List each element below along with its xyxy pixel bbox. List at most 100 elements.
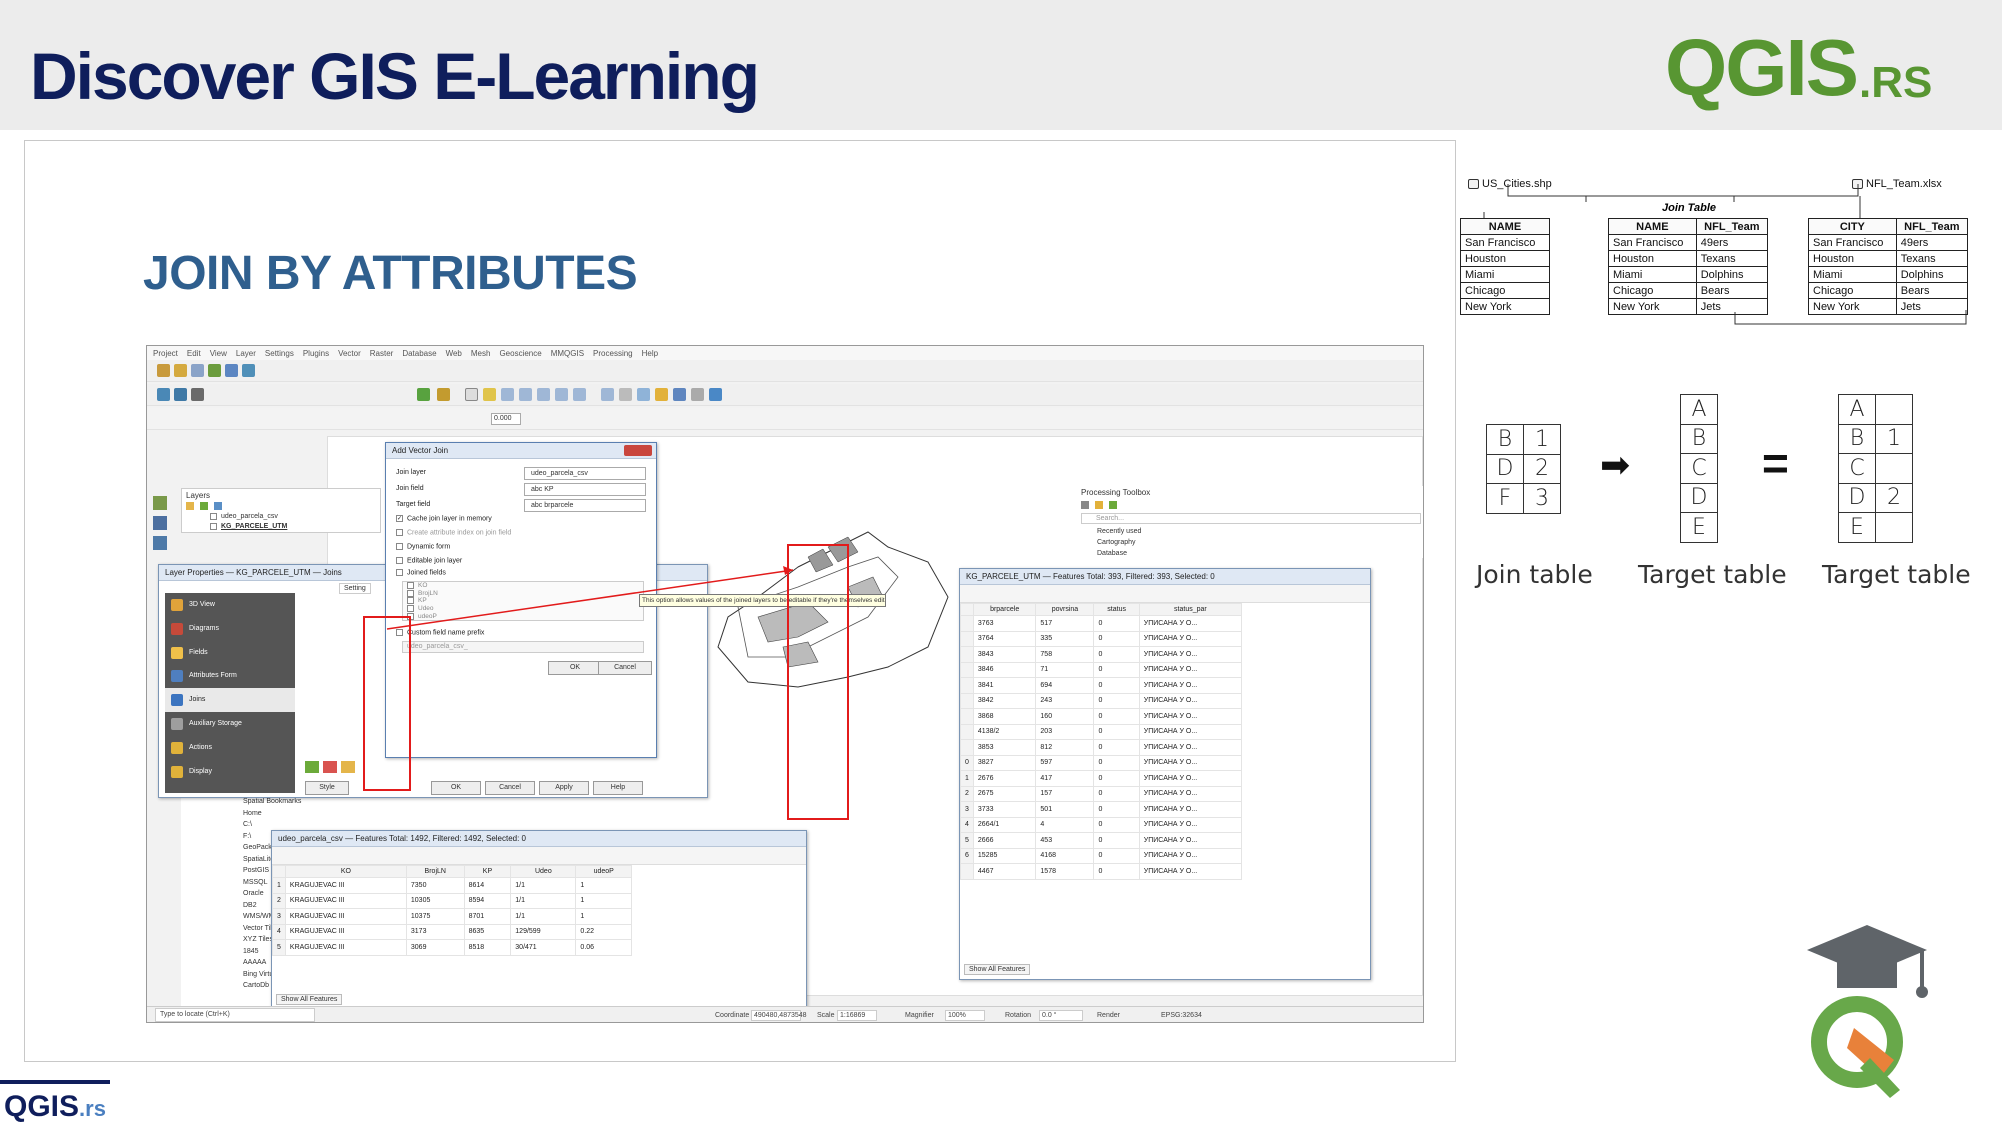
join-table-diagram: US_Cities.shp NFL_Team.xlsx Join Table N…: [1460, 174, 1975, 334]
table-cell: Miami: [1808, 266, 1897, 283]
coordinate-field[interactable]: 490480,4873548: [751, 1010, 807, 1021]
join-table-label: Join table: [1476, 560, 1593, 589]
grid-cell: 1: [1875, 423, 1913, 454]
table-row: Chicago: [1460, 282, 1550, 299]
grid-row: D2: [1838, 482, 1913, 513]
table-header-row: NAME: [1460, 218, 1550, 235]
logo-main-text: QGIS: [1665, 23, 1859, 112]
status-bar: Type to locate (Ctrl+K) Coordinate 49048…: [147, 1006, 1423, 1022]
grid-row: E: [1838, 512, 1913, 543]
grid-cell: [1875, 453, 1913, 484]
grid-row: E: [1680, 512, 1718, 543]
table-cell: San Francisco: [1460, 234, 1550, 251]
footer-logo-suffix: .rs: [79, 1096, 106, 1121]
table-cell: Texans: [1695, 250, 1769, 267]
join-schema: B1D2F3 ➡ ABCDE = AB1CD2E Join table Targ…: [1476, 392, 1996, 592]
qgis-rs-logo: QGIS .RS: [1665, 28, 1932, 108]
grid-row: B1: [1486, 424, 1561, 455]
grid-row: C: [1680, 453, 1718, 484]
table-cell: New York: [1460, 298, 1550, 315]
grid-cell: [1875, 512, 1913, 543]
grid-cell: E: [1680, 512, 1718, 543]
grid-row: F3: [1486, 483, 1561, 514]
us-cities-table: NAME San Francisco Houston Miami Chicago New …: [1460, 218, 1550, 315]
table-row: San Francisco 49ers: [1608, 234, 1769, 251]
crs-button[interactable]: EPSG:32634: [1161, 1007, 1202, 1022]
footer-logo-main: QGIS: [4, 1090, 80, 1123]
table-row: Houston Texans: [1808, 250, 1969, 267]
joined-table: NAME NFL_Team San Francisco 49ers Houston Tex…: [1608, 218, 1769, 315]
grid-cell: F: [1486, 483, 1524, 514]
target-table-label: Target table: [1638, 560, 1787, 589]
equals-icon: =: [1762, 437, 1789, 489]
column-header: CITY: [1808, 218, 1897, 235]
arrow-right-icon: ➡: [1600, 444, 1631, 485]
page-title: Discover GIS E-Learning: [30, 39, 760, 113]
table-cell: Miami: [1608, 266, 1697, 283]
table-row: Houston: [1460, 250, 1550, 267]
grid-cell: 3: [1523, 483, 1561, 514]
table-cell: Houston: [1808, 250, 1897, 267]
grid-cell: B: [1486, 424, 1524, 455]
grid-cell: D: [1838, 482, 1876, 513]
grid-cell: [1875, 394, 1913, 425]
table-cell: 49ers: [1895, 234, 1969, 251]
logo-suffix-text: .RS: [1859, 58, 1933, 107]
grid-row: A: [1680, 394, 1718, 425]
table-cell: Jets: [1895, 298, 1969, 315]
table-cell: New York: [1808, 298, 1897, 315]
grid-row: B: [1680, 423, 1718, 454]
table-cell: San Francisco: [1808, 234, 1897, 251]
scale-label: Scale: [817, 1012, 835, 1019]
table-cell: Jets: [1695, 298, 1769, 315]
grid-row: C: [1838, 453, 1913, 484]
table-cell: New York: [1608, 298, 1697, 315]
join-table-caption: Join Table: [1662, 202, 1716, 214]
locator-input[interactable]: Type to locate (Ctrl+K): [155, 1008, 315, 1022]
grid-cell: A: [1680, 394, 1718, 425]
table-cell: Houston: [1608, 250, 1697, 267]
grid-row: B1: [1838, 423, 1913, 454]
table-cell: Bears: [1895, 282, 1969, 299]
rotation-label: Rotation: [1005, 1012, 1032, 1019]
table-cell: Chicago: [1460, 282, 1550, 299]
join-table-grid: B1D2F3: [1486, 424, 1561, 514]
grid-cell: 1: [1523, 424, 1561, 455]
slide-heading: JOIN BY ATTRIBUTES: [143, 247, 638, 300]
table-cell: San Francisco: [1608, 234, 1697, 251]
table-cell: Miami: [1460, 266, 1550, 283]
table-cell: Bears: [1695, 282, 1769, 299]
table-row: Chicago Bears: [1608, 282, 1769, 299]
scale-field[interactable]: 1:16869: [837, 1010, 877, 1021]
join-arrow: [386, 566, 794, 630]
table-row: San Francisco: [1460, 234, 1550, 251]
table-cell: Dolphins: [1695, 266, 1769, 283]
table-cell: Dolphins: [1895, 266, 1969, 283]
grid-cell: C: [1680, 453, 1718, 484]
column-header: NAME: [1460, 218, 1550, 235]
table-header-row: NAME NFL_Team: [1608, 218, 1769, 235]
grid-row: D: [1680, 482, 1718, 513]
rotation-field[interactable]: 0.0 °: [1039, 1010, 1083, 1021]
table-cell: Chicago: [1808, 282, 1897, 299]
grid-cell: D: [1486, 453, 1524, 484]
table-row: Miami Dolphins: [1808, 266, 1969, 283]
render-checkbox[interactable]: Render: [1097, 1007, 1120, 1022]
grid-cell: E: [1838, 512, 1876, 543]
table-row: New York: [1460, 298, 1550, 315]
grid-row: A: [1838, 394, 1913, 425]
magnifier-field[interactable]: 100%: [945, 1010, 985, 1021]
grid-cell: 2: [1523, 453, 1561, 484]
qgis-graduation-logo: [1792, 920, 1942, 1100]
grid-cell: C: [1838, 453, 1876, 484]
graduation-cap-icon: [1807, 925, 1928, 1098]
footer-logo: QGIS.rs: [4, 1090, 106, 1124]
table-row: Houston Texans: [1608, 250, 1769, 267]
grid-cell: D: [1680, 482, 1718, 513]
grid-row: D2: [1486, 453, 1561, 484]
column-header: NAME: [1608, 218, 1697, 235]
table-header-row: CITY NFL_Team: [1808, 218, 1969, 235]
column-header: NFL_Team: [1695, 218, 1769, 235]
grid-cell: B: [1838, 423, 1876, 454]
qgis-screenshot: Project Edit View Layer Settings Plugins Vecto…: [146, 345, 1424, 1023]
